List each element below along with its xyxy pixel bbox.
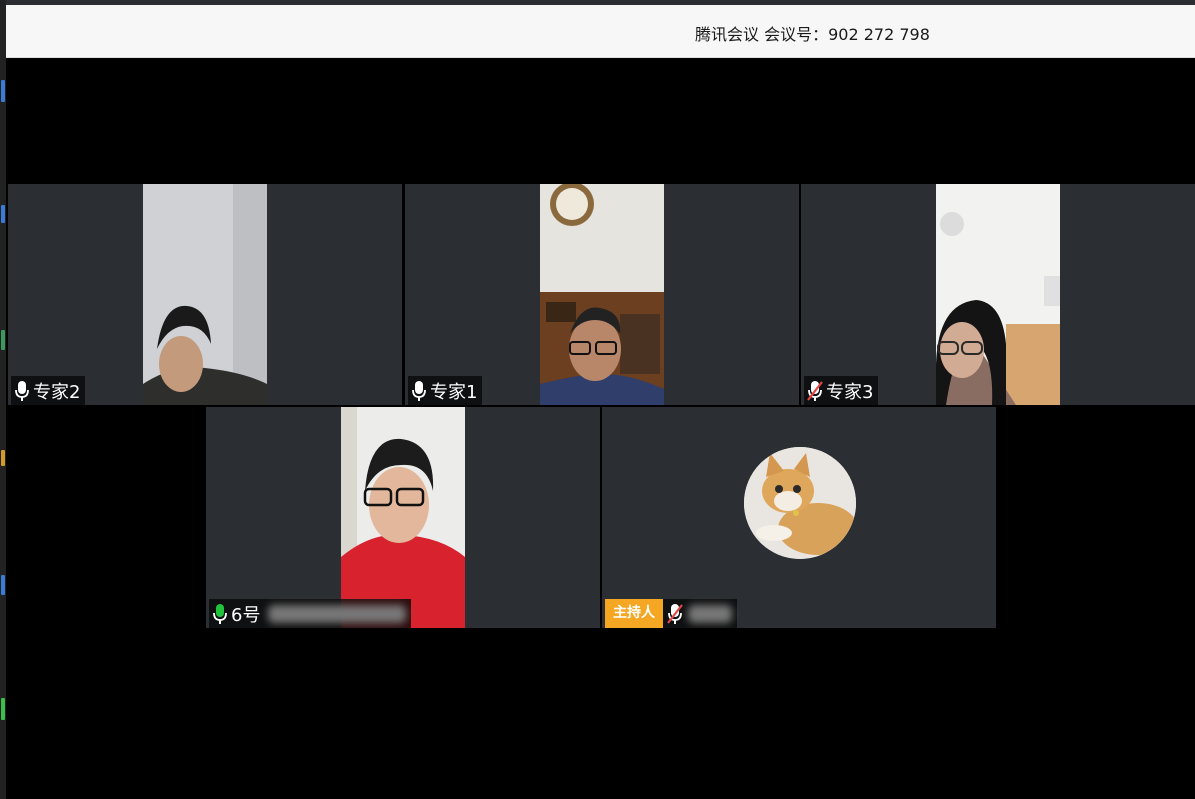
cat-avatar-image [744, 447, 856, 559]
participant-tile-expert1[interactable]: 专家1 [405, 184, 799, 405]
participant-name: 6号 [231, 604, 261, 626]
participant-name: 专家3 [826, 381, 874, 403]
microphone-icon [412, 380, 426, 401]
meeting-title: 腾讯会议 会议号：902 272 798 [695, 25, 930, 44]
microphone-muted-icon [807, 380, 823, 401]
redacted-name-blur [688, 604, 732, 623]
participant-tile-host[interactable]: 主持人 [602, 407, 996, 628]
video-gallery: 专家2 专家1 专家3 6号 主持人 [6, 58, 1195, 799]
participant-name: 专家1 [430, 381, 478, 403]
participant-video-expert1 [540, 184, 664, 405]
participant-label-expert3: 专家3 [804, 376, 879, 405]
host-badge: 主持人 [605, 599, 663, 628]
redacted-name-blur [268, 604, 407, 623]
participant-name: 专家2 [33, 381, 81, 403]
participant-tile-expert3[interactable]: 专家3 [801, 184, 1195, 405]
participant-label-host: 主持人 [605, 599, 737, 628]
participant-label-expert1: 专家1 [408, 376, 483, 405]
window-titlebar[interactable]: 腾讯会议 会议号：902 272 798 [6, 5, 1195, 58]
participant-video-expert2 [143, 184, 267, 405]
cat-avatar [744, 447, 856, 559]
microphone-speaking-icon [213, 603, 227, 624]
participant-video-6 [341, 407, 465, 628]
participant-label-expert2: 专家2 [11, 376, 86, 405]
participant-label-6: 6号 [209, 599, 412, 628]
microphone-muted-icon [667, 603, 683, 624]
participant-video-expert3 [936, 184, 1060, 405]
participant-tile-expert2[interactable]: 专家2 [8, 184, 402, 405]
microphone-icon [15, 380, 29, 401]
participant-tile-6[interactable]: 6号 [206, 407, 600, 628]
